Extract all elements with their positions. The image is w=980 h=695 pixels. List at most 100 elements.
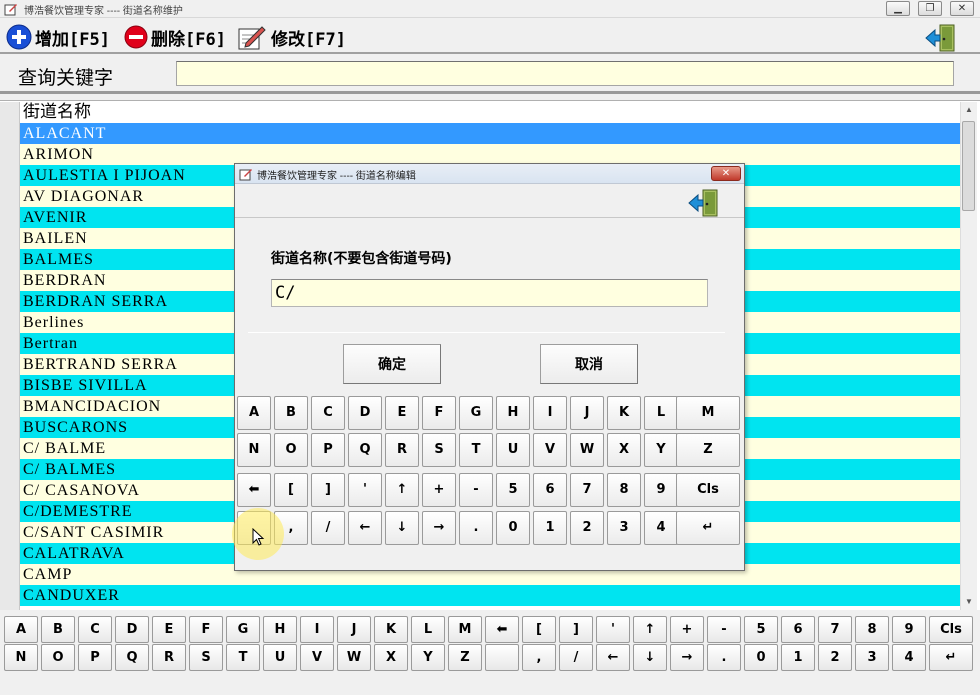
keyboard-key[interactable]: 6 (781, 616, 815, 643)
keyboard-key[interactable]: A (4, 616, 38, 643)
dialog-keyboard-key[interactable]: ← (348, 511, 382, 545)
keyboard-key[interactable]: X (374, 644, 408, 671)
dialog-keyboard-key[interactable]: 2 (570, 511, 604, 545)
dialog-keyboard-key[interactable]: + (422, 473, 456, 507)
keyboard-key[interactable]: H (263, 616, 297, 643)
dialog-keyboard-key[interactable]: 8 (607, 473, 641, 507)
keyboard-key[interactable]: C (78, 616, 112, 643)
dialog-keyboard-key[interactable]: S (422, 433, 456, 467)
minimize-icon[interactable]: ▁ (886, 1, 910, 16)
dialog-keyboard-key[interactable]: 3 (607, 511, 641, 545)
dialog-keyboard-key[interactable]: Cls (676, 473, 740, 507)
dialog-keyboard-key[interactable]: Z (676, 433, 740, 467)
dialog-keyboard-key[interactable]: ] (311, 473, 345, 507)
keyboard-key[interactable]: 0 (744, 644, 778, 671)
dialog-keyboard-key[interactable]: - (459, 473, 493, 507)
keyboard-key[interactable]: + (670, 616, 704, 643)
ok-button[interactable]: 确定 (343, 344, 441, 384)
keyboard-key[interactable]: 7 (818, 616, 852, 643)
dialog-keyboard-key[interactable]: N (237, 433, 271, 467)
keyboard-key[interactable]: M (448, 616, 482, 643)
search-input[interactable] (176, 61, 954, 86)
keyboard-key[interactable]: F (189, 616, 223, 643)
keyboard-key[interactable]: → (670, 644, 704, 671)
keyboard-key[interactable]: 2 (818, 644, 852, 671)
scroll-down-arrow-icon[interactable]: ▼ (965, 597, 973, 606)
dialog-keyboard-key[interactable]: A (237, 396, 271, 430)
dialog-keyboard-key[interactable]: Q (348, 433, 382, 467)
keyboard-key[interactable]: - (707, 616, 741, 643)
dialog-keyboard-key[interactable]: P (311, 433, 345, 467)
keyboard-key[interactable]: 9 (892, 616, 926, 643)
dialog-keyboard-key[interactable]: 1 (533, 511, 567, 545)
keyboard-key[interactable]: Z (448, 644, 482, 671)
dialog-keyboard-key[interactable]: H (496, 396, 530, 430)
column-header-street-name[interactable]: 街道名称 (20, 102, 960, 123)
dialog-keyboard-key[interactable]: U (496, 433, 530, 467)
list-item[interactable]: CANDUXER (20, 585, 960, 606)
dialog-keyboard-key[interactable]: O (274, 433, 308, 467)
add-button[interactable]: 增加[F5] (6, 23, 110, 51)
keyboard-key[interactable]: 1 (781, 644, 815, 671)
dialog-keyboard-key[interactable]: J (570, 396, 604, 430)
dialog-keyboard-key[interactable]: / (311, 511, 345, 545)
dialog-keyboard-key[interactable]: E (385, 396, 419, 430)
keyboard-key[interactable]: 3 (855, 644, 889, 671)
dialog-keyboard-key[interactable]: 7 (570, 473, 604, 507)
keyboard-key[interactable]: W (337, 644, 371, 671)
keyboard-key[interactable]: ↓ (633, 644, 667, 671)
dialog-keyboard-key[interactable]: M (676, 396, 740, 430)
dialog-keyboard-key[interactable]: 4 (644, 511, 678, 545)
dialog-keyboard-key[interactable]: D (348, 396, 382, 430)
keyboard-key[interactable]: S (189, 644, 223, 671)
keyboard-key[interactable]: / (559, 644, 593, 671)
keyboard-key[interactable]: G (226, 616, 260, 643)
dialog-keyboard-key[interactable]: 0 (496, 511, 530, 545)
dialog-close-icon[interactable]: ✕ (711, 166, 741, 181)
keyboard-key[interactable]: J (337, 616, 371, 643)
keyboard-key[interactable]: N (4, 644, 38, 671)
keyboard-key[interactable]: ' (596, 616, 630, 643)
dialog-keyboard-key[interactable]: Y (644, 433, 678, 467)
dialog-keyboard-key[interactable]: W (570, 433, 604, 467)
keyboard-key[interactable]: R (152, 644, 186, 671)
keyboard-key[interactable]: . (707, 644, 741, 671)
keyboard-key[interactable]: Cls (929, 616, 973, 643)
dialog-keyboard-key[interactable]: B (274, 396, 308, 430)
keyboard-key[interactable]: U (263, 644, 297, 671)
keyboard-key[interactable]: E (152, 616, 186, 643)
cancel-button[interactable]: 取消 (540, 344, 638, 384)
dialog-keyboard-key[interactable]: G (459, 396, 493, 430)
keyboard-key[interactable]: Q (115, 644, 149, 671)
dialog-keyboard-key[interactable]: → (422, 511, 456, 545)
dialog-keyboard-key[interactable]: T (459, 433, 493, 467)
dialog-keyboard-key[interactable]: 6 (533, 473, 567, 507)
keyboard-key[interactable]: ↑ (633, 616, 667, 643)
keyboard-key[interactable]: I (300, 616, 334, 643)
dialog-keyboard-key[interactable]: 5 (496, 473, 530, 507)
restore-icon[interactable]: ❐ (918, 1, 942, 16)
keyboard-key[interactable]: ↵ (929, 644, 973, 671)
keyboard-key[interactable]: ⬅ (485, 616, 519, 643)
dialog-keyboard-key[interactable]: ↑ (385, 473, 419, 507)
dialog-exit-door-icon[interactable] (687, 188, 721, 218)
keyboard-key[interactable]: Y (411, 644, 445, 671)
keyboard-key[interactable]: 4 (892, 644, 926, 671)
dialog-keyboard-key[interactable]: 9 (644, 473, 678, 507)
list-item[interactable]: ARIMON (20, 144, 960, 165)
dialog-keyboard-key[interactable]: L (644, 396, 678, 430)
keyboard-key[interactable]: T (226, 644, 260, 671)
keyboard-key[interactable]: 8 (855, 616, 889, 643)
dialog-keyboard-key[interactable]: ↓ (385, 511, 419, 545)
keyboard-key[interactable]: O (41, 644, 75, 671)
keyboard-key[interactable]: D (115, 616, 149, 643)
keyboard-key[interactable]: 5 (744, 616, 778, 643)
scroll-up-arrow-icon[interactable]: ▲ (965, 105, 973, 114)
dialog-keyboard-key[interactable]: [ (274, 473, 308, 507)
dialog-keyboard-key[interactable]: ⬅ (237, 473, 271, 507)
keyboard-key[interactable]: ] (559, 616, 593, 643)
keyboard-key[interactable]: , (522, 644, 556, 671)
keyboard-key[interactable]: ← (596, 644, 630, 671)
dialog-keyboard-key[interactable]: V (533, 433, 567, 467)
exit-door-icon[interactable] (924, 23, 958, 53)
